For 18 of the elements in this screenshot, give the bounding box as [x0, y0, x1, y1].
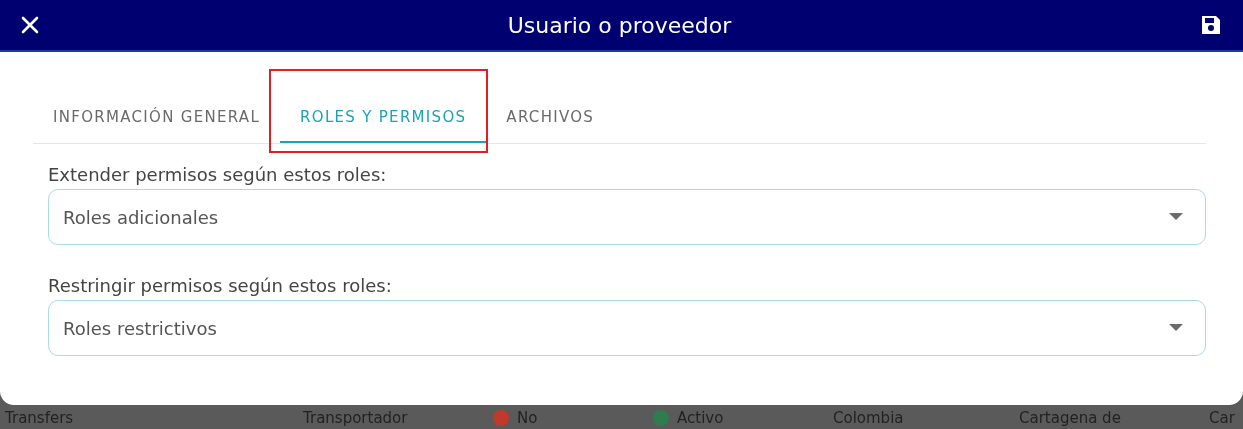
dropdown-field[interactable]: Roles restrictivos [48, 300, 1206, 356]
table-cell: Transportador [303, 408, 408, 428]
caret-icon [1169, 324, 1183, 332]
table-cell: Activo [677, 408, 724, 428]
close-icon [20, 15, 40, 35]
dropdown-field[interactable]: Roles adicionales [48, 189, 1206, 245]
table-cell: Colombia [833, 408, 904, 428]
window-title: Usuario o proveedor [507, 12, 732, 38]
tab[interactable]: ROLES Y PERMISOS [280, 96, 487, 143]
table-cell: Cartagena de [1019, 408, 1121, 428]
tab[interactable]: ARCHIVOS [486, 96, 615, 143]
field-label: Extender permisos según estos roles: [48, 164, 388, 185]
field-label: Restringir permisos según estos roles: [48, 275, 393, 296]
table-cell: Car [1209, 408, 1235, 428]
tab[interactable]: INFORMACIÓN GENERAL [33, 96, 281, 143]
caret-icon [1169, 213, 1183, 221]
table-cell: No [517, 408, 538, 428]
table-cell: Transfers [5, 408, 74, 428]
